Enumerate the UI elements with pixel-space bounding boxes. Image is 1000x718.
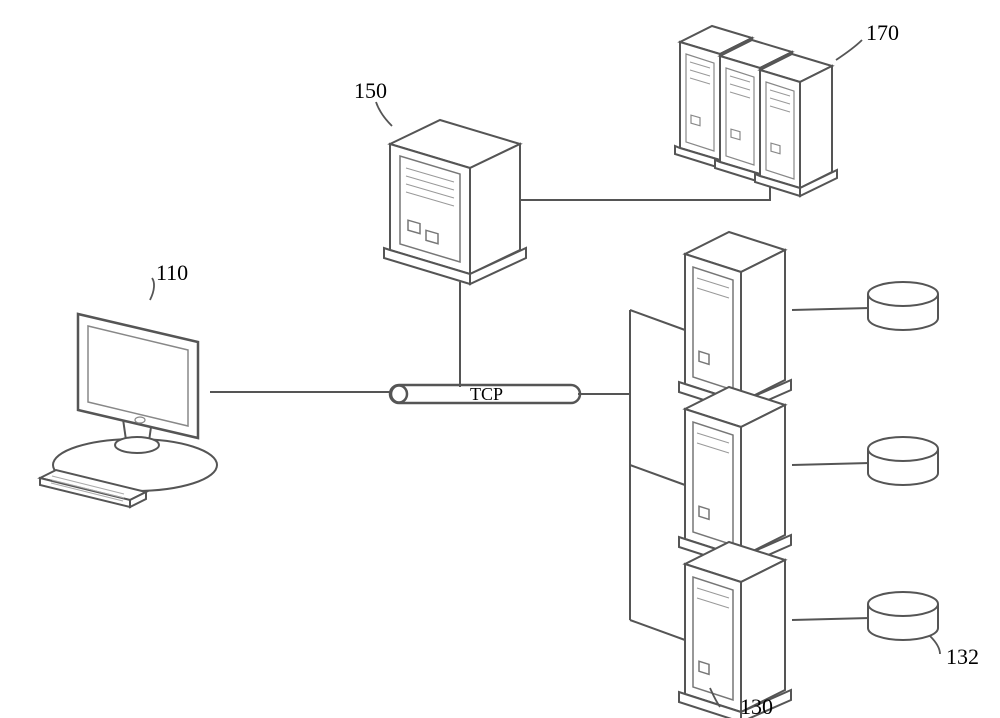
server-right-3 <box>679 542 938 718</box>
label-130: 130 <box>740 694 773 718</box>
server-right-1 <box>679 232 938 412</box>
label-tcp: TCP <box>470 384 503 404</box>
label-150: 150 <box>354 78 387 103</box>
server-150 <box>384 120 526 284</box>
label-132: 132 <box>946 644 979 669</box>
client-workstation <box>40 314 217 507</box>
label-110: 110 <box>156 260 188 285</box>
network-diagram: 110 150 170 130 132 TCP <box>0 0 1000 718</box>
label-texts: 110 150 170 130 132 TCP <box>156 20 979 718</box>
server-cluster-170 <box>675 26 837 196</box>
server-right-2 <box>679 387 938 567</box>
label-170: 170 <box>866 20 899 45</box>
